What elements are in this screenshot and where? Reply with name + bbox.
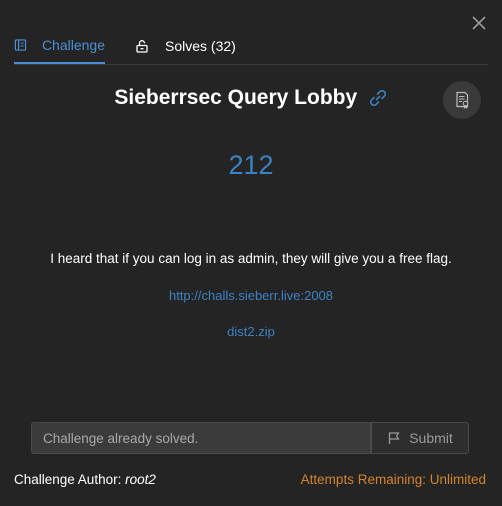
ticket-icon bbox=[456, 91, 469, 109]
tab-challenge[interactable]: Challenge bbox=[14, 28, 105, 64]
submit-button[interactable]: Submit bbox=[371, 422, 469, 454]
challenge-points: 212 bbox=[228, 150, 274, 180]
author-name: root2 bbox=[125, 472, 156, 487]
title-row: Sieberrsec Query Lobby bbox=[0, 86, 502, 110]
submit-button-label: Submit bbox=[409, 430, 453, 446]
book-icon bbox=[14, 39, 27, 51]
submission-row: Submit bbox=[31, 422, 469, 454]
challenge-description: I heard that if you can log in as admin,… bbox=[50, 251, 452, 266]
tab-solves[interactable]: Solves (32) bbox=[135, 28, 236, 63]
ticket-button[interactable] bbox=[443, 81, 481, 119]
tab-bar: Challenge Solves (32) bbox=[14, 28, 488, 65]
flag-input[interactable] bbox=[31, 422, 371, 454]
challenge-file-link[interactable]: dist2.zip bbox=[0, 324, 502, 339]
challenge-url-link[interactable]: http://challs.sieberr.live:2008 bbox=[0, 288, 502, 303]
challenge-title: Sieberrsec Query Lobby bbox=[114, 86, 358, 109]
link-icon[interactable] bbox=[368, 88, 388, 108]
attempts-remaining: Attempts Remaining: Unlimited bbox=[300, 472, 486, 487]
author-label: Challenge Author: bbox=[14, 472, 122, 487]
tab-challenge-label: Challenge bbox=[41, 37, 105, 53]
tab-solves-label: Solves (32) bbox=[165, 37, 236, 54]
unlock-icon bbox=[136, 39, 148, 53]
flag-icon bbox=[389, 432, 400, 444]
challenge-author: Challenge Author: root2 bbox=[14, 472, 156, 487]
